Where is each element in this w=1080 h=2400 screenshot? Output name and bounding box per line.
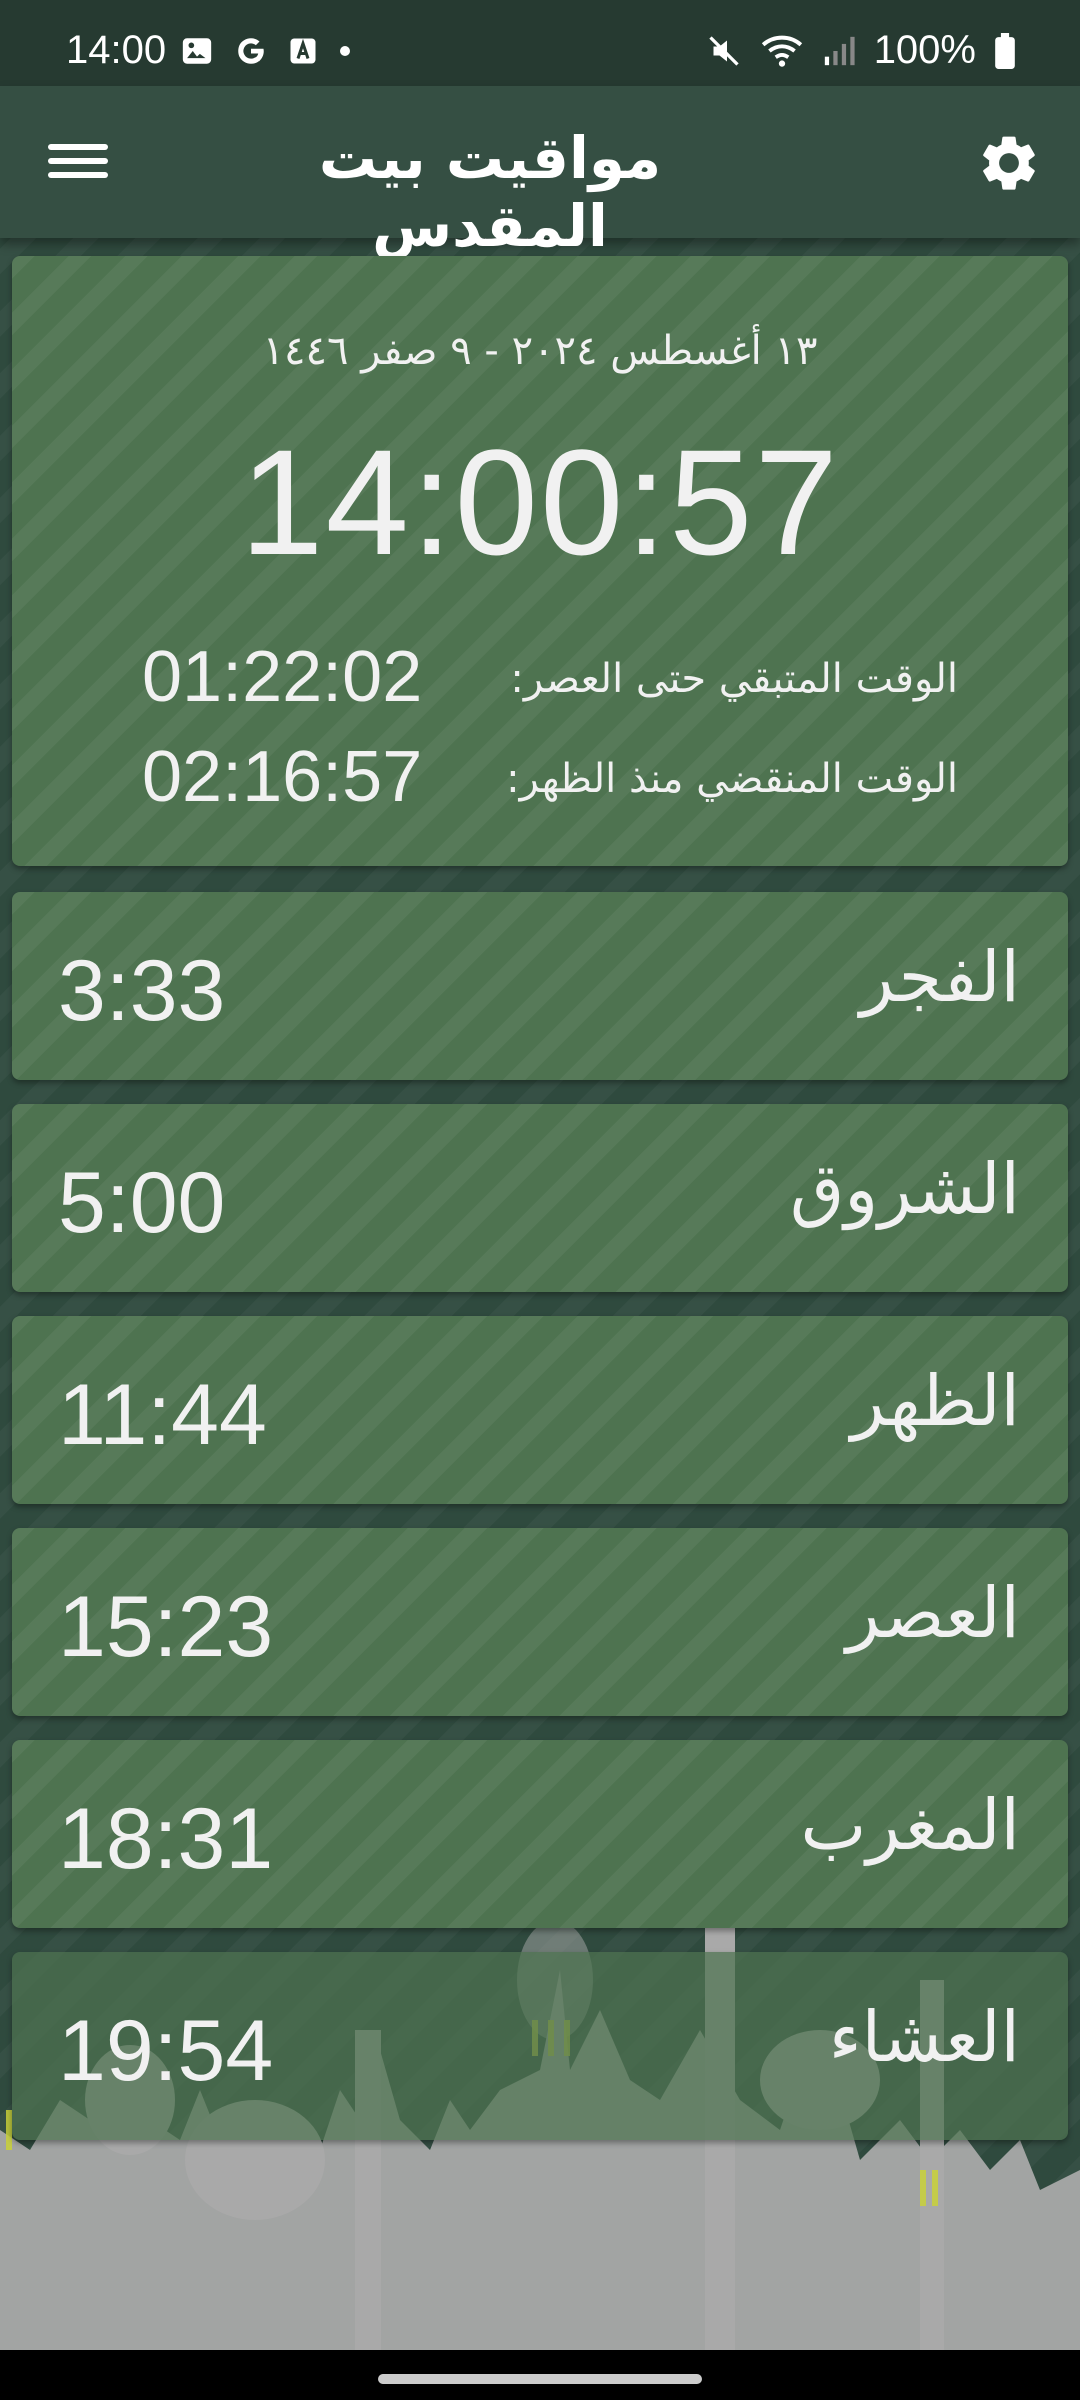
prayer-card[interactable]: الظهر 11:44 [12,1316,1068,1504]
elapsed-row: الوقت المنقضي منذ الظهر: 02:16:57 [12,736,1068,817]
gallery-icon [182,38,212,64]
app-title: مواقيت بيت المقدس [318,124,662,260]
prayer-card[interactable]: الشروق 5:00 [12,1104,1068,1292]
remaining-value: 01:22:02 [142,637,423,717]
status-bar: 14:00 100% [0,0,1080,86]
home-gesture-handle[interactable] [378,2374,702,2384]
prayer-card[interactable]: العشاء 19:54 [12,1952,1068,2140]
google-icon [238,38,264,64]
prayer-card[interactable]: العصر 15:23 [12,1528,1068,1716]
prayer-name: المغرب [800,1784,1020,1866]
notification-icons [180,34,352,68]
menu-icon[interactable] [48,136,108,196]
prayer-name: الشروق [790,1148,1020,1230]
signal-icon [824,36,855,65]
app-a-icon [290,38,316,64]
wifi-icon [761,35,802,67]
prayer-time: 11:44 [58,1367,267,1463]
prayer-time: 18:31 [58,1791,274,1887]
battery-percent: 100% [873,28,976,72]
prayer-time: 15:23 [58,1579,274,1675]
navigation-bar [0,2350,1080,2400]
prayer-time: 19:54 [58,2003,274,2099]
prayer-name: الظهر [850,1360,1020,1442]
current-clock: 14:00:57 [240,418,840,586]
current-time-card: ١٣ أغسطس ٢٠٢٤ - ٩ صفر ١٤٤٦ 14:00:57 الوق… [12,256,1068,866]
dot-icon [340,46,350,56]
prayer-time: 5:00 [58,1155,226,1251]
mute-icon [709,35,739,66]
prayer-card[interactable]: المغرب 18:31 [12,1740,1068,1928]
status-time: 14:00 [66,28,167,72]
elapsed-value: 02:16:57 [142,737,423,817]
remaining-row: الوقت المتبقي حتى العصر: 01:22:02 [12,636,1068,717]
prayer-card[interactable]: الفجر 3:33 [12,892,1068,1080]
elapsed-label: الوقت المنقضي منذ الظهر: [506,756,958,802]
system-icons: 100% [706,28,1016,73]
prayer-name: العشاء [828,1996,1020,2078]
gear-icon[interactable] [976,130,1042,196]
remaining-label: الوقت المتبقي حتى العصر: [510,656,958,702]
date-line: ١٣ أغسطس ٢٠٢٤ - ٩ صفر ١٤٤٦ [262,328,818,374]
battery-icon [995,32,1015,69]
app-bar: مواقيت بيت المقدس [0,86,1080,260]
prayer-time: 3:33 [58,943,226,1039]
prayer-name: العصر [846,1572,1020,1654]
prayer-name: الفجر [860,936,1020,1018]
